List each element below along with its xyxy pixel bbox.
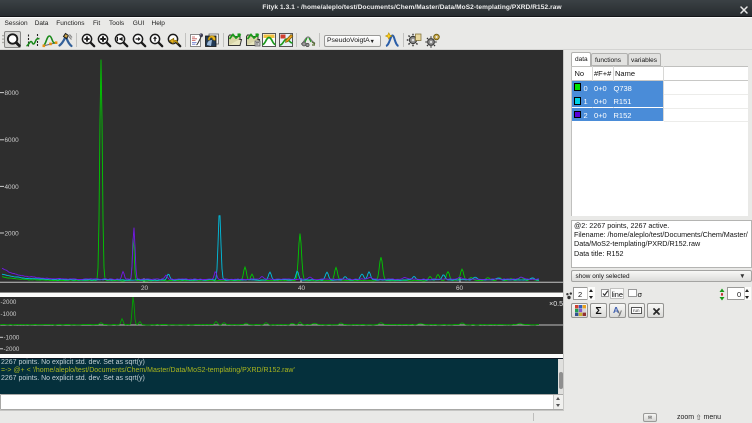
svg-text:-2000: -2000 [1, 299, 17, 306]
svg-text:40: 40 [298, 285, 306, 292]
svg-text:×0.5: ×0.5 [549, 301, 563, 308]
svg-text:20: 20 [141, 285, 149, 292]
svg-text:-1000: -1000 [4, 334, 20, 341]
svg-text:60: 60 [456, 285, 464, 292]
svg-text:4000: 4000 [5, 184, 20, 191]
svg-text:2000: 2000 [5, 230, 20, 237]
svg-text:-1000: -1000 [1, 311, 17, 318]
svg-text:-2000: -2000 [4, 346, 20, 353]
svg-text:8000: 8000 [5, 90, 20, 97]
svg-text:6000: 6000 [5, 137, 20, 144]
